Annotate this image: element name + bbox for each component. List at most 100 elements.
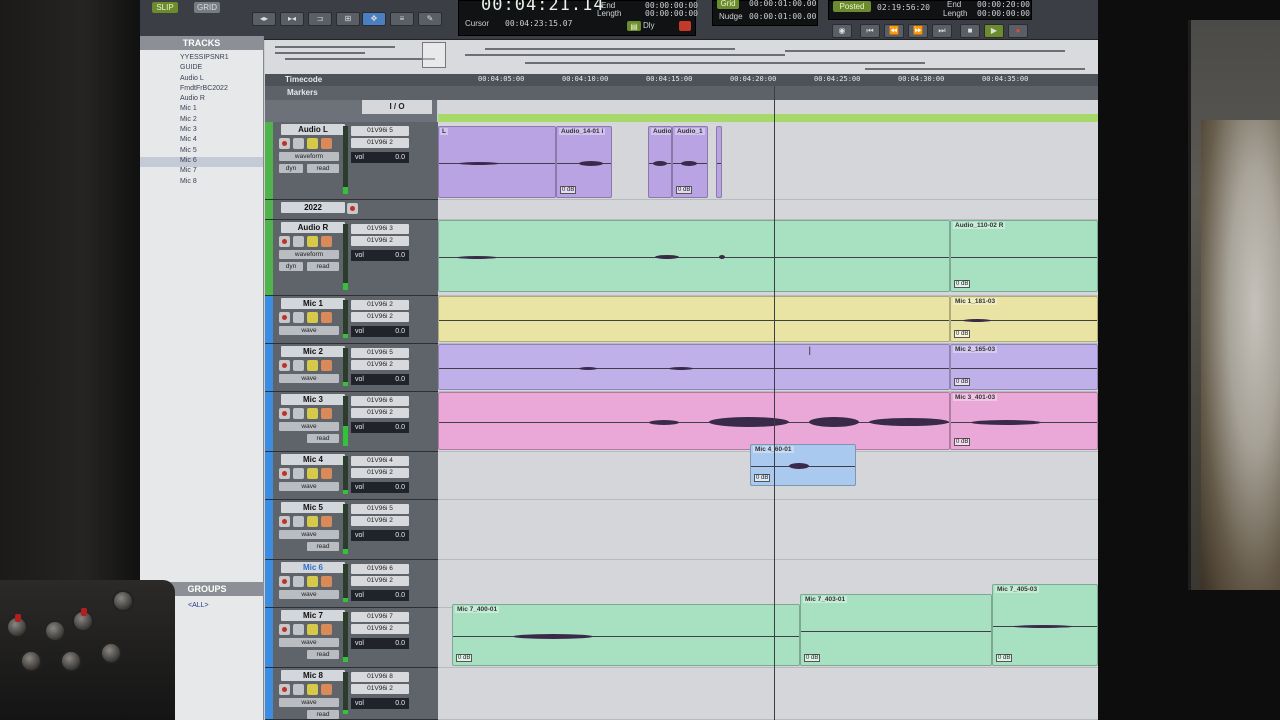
audio-clip[interactable]: Mic 4_60-01 0 dB [750,444,856,486]
mute-button[interactable] [321,624,332,635]
universe-overview[interactable] [265,40,1098,76]
volume-display[interactable]: vol 0.0 [351,530,409,541]
input-monitor-button[interactable] [293,312,304,323]
track-list-item[interactable]: Audio L [140,75,263,85]
output-selector[interactable]: 01V96i 2 [351,408,409,418]
record-enable-button[interactable] [347,203,358,214]
audio-clip[interactable] [716,126,722,198]
record-enable-button[interactable] [279,312,290,323]
track-lane[interactable] [438,200,1098,220]
track-list-item[interactable]: Mic 7 [140,167,263,177]
input-monitor-button[interactable] [293,236,304,247]
input-selector[interactable]: 01V96i 4 [351,456,409,466]
view-selector[interactable]: wave [279,326,339,335]
track-list-item[interactable]: FmdtFrBC2022 [140,85,263,95]
mute-button[interactable] [321,312,332,323]
solo-button[interactable] [307,684,318,695]
audio-clip[interactable]: Audio_14-01 i 0 dB [556,126,612,198]
input-monitor-button[interactable] [293,516,304,527]
online-button[interactable]: ◉ [832,24,852,38]
input-selector[interactable]: 01V96i 5 [351,348,409,358]
automation-selector[interactable]: read [307,262,339,271]
mute-button[interactable] [321,360,332,371]
grabber-tool[interactable]: ≡ [390,12,414,26]
go-to-end-button[interactable]: ⏭ [932,24,952,38]
track-list-item[interactable]: Audio R [140,95,263,105]
track-name[interactable]: Mic 8 [281,670,345,681]
view-selector[interactable]: waveform [279,250,339,259]
dyn-selector[interactable]: dyn [279,262,303,271]
audio-clip[interactable] [438,296,950,342]
track-list-item[interactable]: Mic 8 [140,178,263,188]
input-selector[interactable]: 01V96i 8 [351,672,409,682]
solo-button[interactable] [307,468,318,479]
volume-display[interactable]: vol 0.0 [351,326,409,337]
mute-button[interactable] [321,236,332,247]
fast-forward-button[interactable]: ⏩ [908,24,928,38]
view-selector[interactable]: waveform [279,152,339,161]
solo-button[interactable] [307,576,318,587]
record-enable-button[interactable] [279,516,290,527]
playhead-line[interactable] [774,86,775,720]
select-tool[interactable]: ⊞ [336,12,360,26]
solo-button[interactable] [307,312,318,323]
view-selector[interactable]: wave [279,422,339,431]
track-list-item[interactable]: Mic 4 [140,136,263,146]
track-list-item[interactable]: Mic 5 [140,147,263,157]
record-enable-button[interactable] [279,576,290,587]
return-to-zero-button[interactable]: ⏮ [860,24,880,38]
output-selector[interactable]: 01V96i 2 [351,576,409,586]
solo-button[interactable] [307,360,318,371]
mute-button[interactable] [321,684,332,695]
pencil-tool[interactable]: ✎ [418,12,442,26]
mute-button[interactable] [321,468,332,479]
output-selector[interactable]: 01V96i 2 [351,138,409,148]
track-name[interactable]: Mic 3 [281,394,345,405]
input-selector[interactable]: 01V96i 5 [351,126,409,136]
input-monitor-button[interactable] [293,138,304,149]
record-enable-button[interactable] [279,624,290,635]
view-selector[interactable]: wave [279,530,339,539]
track-lane[interactable] [438,500,1098,560]
solo-button[interactable] [307,236,318,247]
output-selector[interactable]: 01V96i 2 [351,468,409,478]
view-selector[interactable]: wave [279,638,339,647]
zoom-out-tool[interactable]: ◂▸ [252,12,276,26]
solo-button[interactable] [307,138,318,149]
groups-all-item[interactable]: <ALL> [188,602,209,609]
record-enable-button[interactable] [279,684,290,695]
audio-clip[interactable]: Audio [648,126,672,198]
record-enable-button[interactable] [279,138,290,149]
solo-button[interactable] [307,408,318,419]
track-name[interactable]: 2022 [281,202,345,213]
mute-button[interactable] [321,516,332,527]
audio-clip[interactable]: Audio_1 0 dB [672,126,708,198]
audio-clip[interactable] [438,344,950,390]
input-selector[interactable]: 01V96i 7 [351,612,409,622]
track-list-item[interactable]: Mic 2 [140,116,263,126]
dly-toggle[interactable]: ▤ [627,21,641,31]
track-list-item[interactable]: GUIDE [140,64,263,74]
input-selector[interactable]: 01V96i 6 [351,564,409,574]
volume-display[interactable]: vol 0.0 [351,482,409,493]
edit-timeline[interactable]: L Audio_14-01 i0 dB Audio Audio_1 0 dB Audio_… [438,100,1098,720]
track-list-item[interactable]: Mic 6 [140,156,263,168]
audio-clip[interactable] [438,220,950,292]
audio-clip[interactable]: Mic 7_403-01 0 dB [800,594,992,666]
track-name[interactable]: Mic 2 [281,346,345,357]
record-enable-button[interactable] [279,236,290,247]
slip-mode-button[interactable]: SLIP [152,2,178,13]
output-selector[interactable]: 01V96i 2 [351,236,409,246]
audio-clip[interactable]: Mic 7_405-03 0 dB [992,584,1098,666]
track-name[interactable]: Mic 5 [281,502,345,513]
input-selector[interactable]: 01V96i 6 [351,396,409,406]
automation-selector[interactable]: read [307,434,339,443]
audio-clip[interactable] [438,126,556,198]
track-list-item[interactable]: Mic 1 [140,105,263,115]
track-name[interactable]: Mic 1 [281,298,345,309]
input-monitor-button[interactable] [293,624,304,635]
stop-button[interactable]: ■ [960,24,980,38]
input-selector[interactable]: 01V96i 5 [351,504,409,514]
track-list-item[interactable]: Mic 3 [140,126,263,136]
solo-button[interactable] [307,516,318,527]
